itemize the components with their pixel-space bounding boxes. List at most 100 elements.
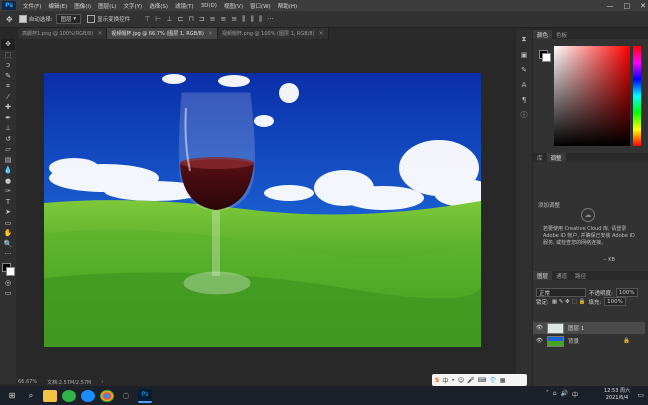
distribute-top-icon[interactable]: ≡ — [210, 15, 216, 24]
auto-select-checkbox[interactable] — [18, 15, 27, 23]
align-hcenter-icon[interactable]: ⊓ — [188, 15, 193, 24]
auto-select-dropdown[interactable]: 图层 ▾ — [55, 14, 82, 24]
menu-layer[interactable]: 图层(L) — [98, 2, 116, 10]
distribute-hcenter-icon[interactable]: ⫼ — [251, 15, 254, 24]
document-size[interactable]: 文档:2.57M/2.57M — [47, 379, 91, 386]
character-panel-icon[interactable]: A — [518, 79, 530, 90]
quick-select-tool-icon[interactable]: ✎ — [1, 71, 15, 82]
tab-color[interactable]: 颜色 — [533, 30, 553, 39]
distribute-vcenter-icon[interactable]: ≡ — [221, 15, 227, 24]
menu-edit[interactable]: 编辑(E) — [48, 2, 67, 10]
crop-tool-icon[interactable]: ⌗ — [1, 81, 15, 92]
close-icon[interactable]: × — [208, 30, 213, 37]
tab-paths[interactable]: 路径 — [571, 271, 590, 280]
properties-panel-icon[interactable]: ▣ — [518, 49, 530, 60]
sogou-logo-icon[interactable]: S — [435, 377, 439, 384]
chrome-icon[interactable] — [100, 389, 114, 402]
emoji-icon[interactable]: ☺ — [458, 377, 464, 384]
windows-start-icon[interactable]: ⊞ — [5, 390, 19, 402]
eye-icon[interactable]: 👁 — [536, 325, 543, 331]
close-button[interactable]: ✕ — [640, 2, 646, 10]
tab-swatches[interactable]: 色板 — [552, 30, 571, 39]
close-icon[interactable]: × — [97, 30, 102, 37]
align-bottom-icon[interactable]: ⊥ — [166, 15, 172, 24]
minimize-button[interactable]: — — [607, 2, 614, 10]
tab-document-1[interactable]: 高脚杯1.png @ 100%(RGB/8) × — [18, 28, 108, 39]
eye-icon[interactable]: 👁 — [536, 338, 543, 344]
tab-channels[interactable]: 通道 — [552, 271, 571, 280]
tab-layers[interactable]: 图层 — [533, 271, 553, 280]
blur-tool-icon[interactable]: 💧 — [1, 165, 15, 176]
info-panel-icon[interactable]: ⓘ — [518, 109, 530, 120]
menu-3d[interactable]: 3D(D) — [201, 3, 217, 9]
network-icon[interactable]: ⌂ — [553, 390, 557, 399]
skin-icon[interactable]: 👕 — [489, 377, 496, 384]
pen-tool-icon[interactable]: ✑ — [1, 186, 15, 197]
notification-icon[interactable]: ▭ — [637, 391, 644, 399]
maximize-button[interactable]: □ — [624, 2, 631, 10]
color-swatches[interactable] — [1, 262, 15, 278]
close-icon[interactable]: × — [319, 30, 324, 37]
zoom-level[interactable]: 66.67% — [18, 379, 37, 385]
path-select-tool-icon[interactable]: ➤ — [1, 207, 15, 218]
zoom-tool-icon[interactable]: 🔍 — [1, 239, 15, 250]
lock-icons[interactable]: ▦ ✎ ✥ ⬚ 🔒 — [552, 299, 585, 305]
hand-tool-icon[interactable]: ✋ — [1, 228, 15, 239]
healing-brush-tool-icon[interactable]: ✚ — [1, 102, 15, 113]
eyedropper-tool-icon[interactable]: ⁄ — [1, 92, 15, 103]
color-field[interactable] — [554, 46, 630, 146]
more-options-icon[interactable]: ··· — [267, 15, 274, 24]
dodge-tool-icon[interactable]: ● — [1, 176, 15, 187]
ime-mode[interactable]: 中 — [442, 376, 448, 385]
align-top-icon[interactable]: ⊤ — [144, 15, 150, 24]
menu-image[interactable]: 图像(I) — [74, 2, 91, 10]
layer-row-background[interactable]: 👁 背景 🔒 — [533, 335, 645, 347]
tab-adjustments[interactable]: 调整 — [546, 153, 566, 162]
type-tool-icon[interactable]: T — [1, 197, 15, 208]
menu-file[interactable]: 文件(F) — [23, 2, 41, 10]
eraser-tool-icon[interactable]: ▱ — [1, 144, 15, 155]
more-tools-icon[interactable]: ··· — [1, 249, 15, 260]
menu-view[interactable]: 视图(V) — [224, 2, 243, 10]
align-left-icon[interactable]: ⊏ — [177, 15, 183, 24]
history-brush-tool-icon[interactable]: ↺ — [1, 134, 15, 145]
menu-icon[interactable]: ▦ — [500, 377, 506, 384]
history-panel-icon[interactable]: ⧗ — [518, 34, 530, 45]
wechat-icon[interactable] — [62, 389, 76, 402]
taskbar-clock[interactable]: 12:53 周六 2021/6/4 — [604, 388, 630, 402]
tab-libraries[interactable]: 库 — [533, 153, 547, 162]
align-right-icon[interactable]: ⊐ — [199, 15, 205, 24]
quick-mask-icon[interactable]: ◎ — [1, 278, 15, 289]
move-tool-icon[interactable]: ✥ — [1, 39, 15, 50]
menu-select[interactable]: 选择(S) — [149, 2, 168, 10]
distribute-left-icon[interactable]: ⫼ — [242, 15, 245, 24]
distribute-bottom-icon[interactable]: ≡ — [231, 15, 237, 24]
align-vcenter-icon[interactable]: ⊢ — [155, 15, 161, 24]
lasso-tool-icon[interactable]: ↄ — [1, 60, 15, 71]
show-transform-checkbox[interactable] — [87, 15, 96, 23]
move-tool-icon[interactable]: ✥ — [6, 15, 13, 24]
document-canvas[interactable] — [44, 73, 481, 347]
layer-row-1[interactable]: 👁 图层 1 — [533, 322, 645, 334]
distribute-right-icon[interactable]: ⫼ — [259, 15, 262, 24]
menu-window[interactable]: 窗口(W) — [250, 2, 271, 10]
search-icon[interactable]: ⌕ — [24, 390, 38, 402]
ime-indicator[interactable]: 中 — [572, 390, 578, 399]
menu-filter[interactable]: 滤镜(T) — [175, 2, 194, 10]
brush-panel-icon[interactable]: ✎ — [518, 64, 530, 75]
paragraph-panel-icon[interactable]: ¶ — [518, 94, 530, 105]
gradient-tool-icon[interactable]: ▤ — [1, 155, 15, 166]
microphone-icon[interactable]: 🎤 — [467, 377, 474, 384]
file-explorer-icon[interactable] — [43, 389, 57, 402]
fill-field[interactable]: 100% — [604, 297, 626, 306]
clone-stamp-tool-icon[interactable]: ⊥ — [1, 123, 15, 134]
app-icon[interactable]: ◌ — [119, 390, 133, 402]
screen-mode-icon[interactable]: ▭ — [1, 288, 15, 299]
browser-icon[interactable] — [81, 389, 95, 402]
shape-tool-icon[interactable]: ▭ — [1, 218, 15, 229]
hue-slider[interactable] — [633, 46, 641, 146]
menu-help[interactable]: 帮助(H) — [278, 2, 297, 10]
tray-chevron-icon[interactable]: ˄ — [546, 390, 549, 399]
status-arrow-icon[interactable]: › — [101, 379, 103, 385]
panel-background-swatch[interactable] — [542, 53, 551, 62]
